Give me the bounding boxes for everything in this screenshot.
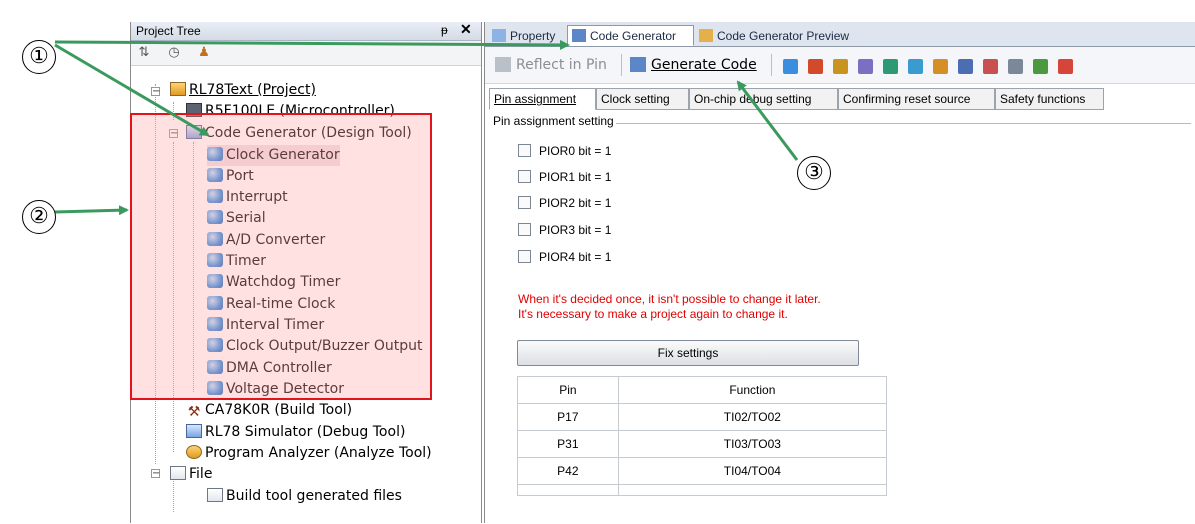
annotation-arrows	[54, 39, 799, 216]
callout-3: ③	[797, 156, 831, 190]
arrow-to-highlight	[54, 205, 129, 216]
callout-1: ①	[22, 40, 56, 74]
arrow-to-generate	[736, 80, 799, 161]
arrow-to-tree	[54, 43, 210, 137]
callout-2: ②	[22, 200, 56, 234]
arrow-to-tab	[54, 39, 570, 50]
